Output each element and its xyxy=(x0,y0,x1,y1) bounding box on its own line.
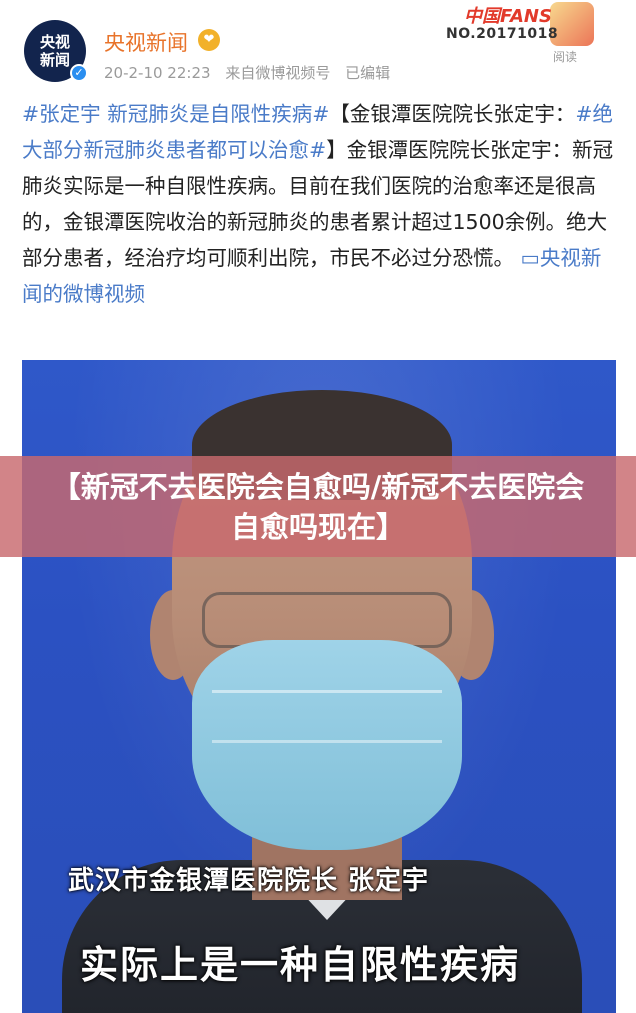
post-meta: 20-2-10 22:23 来自微博视频号 已编辑 xyxy=(104,62,400,83)
fans-badge: 中国FANS NO.20171018 xyxy=(446,2,596,54)
account-name[interactable]: 央视新闻 xyxy=(104,27,188,57)
face-mask xyxy=(192,640,462,850)
fans-label: 中国FANS xyxy=(464,6,552,27)
edited-label: 已编辑 xyxy=(345,64,391,82)
verified-icon: ✓ xyxy=(70,64,88,82)
video-link-icon: ▭ xyxy=(520,246,540,270)
mask-fold xyxy=(212,740,442,743)
avatar-text-line1: 央视 xyxy=(39,33,70,51)
mask-fold xyxy=(212,690,442,693)
banner-title: 【新冠不去医院会自愈吗/新冠不去医院会自愈吗现在】 xyxy=(51,469,585,544)
video-caption-quote: 实际上是一种自限性疾病 xyxy=(80,943,521,987)
post-body: #张定宇 新冠肺炎是自限性疾病#【金银潭医院院长张定宇：#绝大部分新冠肺炎患者都… xyxy=(22,96,618,312)
fan-badge-icon: ❤ xyxy=(198,29,220,51)
fans-number: NO.20171018 xyxy=(446,26,559,42)
source-label: 来自微博视频号 xyxy=(225,64,331,82)
avatar-text-line2: 新闻 xyxy=(39,51,70,69)
read-label: 阅读 xyxy=(553,50,578,64)
video-caption-name: 武汉市金银潭医院院长 张定宇 xyxy=(68,866,430,896)
post-header: 央视 新闻 ✓ 央视新闻 ❤ 20-2-10 22:23 来自微博视频号 已编辑… xyxy=(0,0,636,92)
title-banner: 【新冠不去医院会自愈吗/新冠不去医院会自愈吗现在】 xyxy=(0,456,636,557)
timestamp: 20-2-10 22:23 xyxy=(104,64,211,82)
post-text: 【金银潭医院院长张定宇： xyxy=(329,102,576,126)
hashtag-link[interactable]: #张定宇 新冠肺炎是自限性疾病# xyxy=(22,102,329,126)
